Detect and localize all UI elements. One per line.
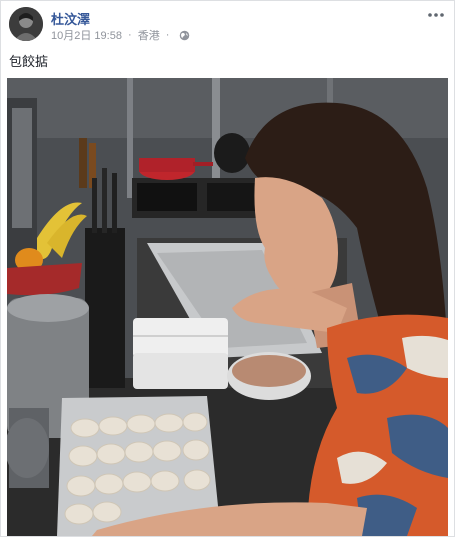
- facebook-post: 杜汶澤 10月2日 19:58 · 香港 · 包餃掂: [0, 0, 455, 537]
- post-text: 包餃掂: [9, 54, 49, 69]
- more-horizontal-icon[interactable]: [426, 7, 446, 23]
- avatar-image: [9, 7, 43, 41]
- globe-icon[interactable]: [179, 30, 190, 41]
- author-name[interactable]: 杜汶澤: [51, 9, 90, 28]
- post-photo[interactable]: [7, 78, 448, 536]
- meta-separator-2: ·: [165, 29, 170, 41]
- post-location[interactable]: 香港: [138, 30, 160, 42]
- post-meta: 10月2日 19:58 · 香港 ·: [51, 27, 190, 43]
- post-timestamp[interactable]: 10月2日 19:58: [51, 30, 122, 42]
- avatar[interactable]: [9, 7, 43, 41]
- meta-separator: ·: [128, 29, 132, 41]
- kitchen-photo: [7, 78, 448, 536]
